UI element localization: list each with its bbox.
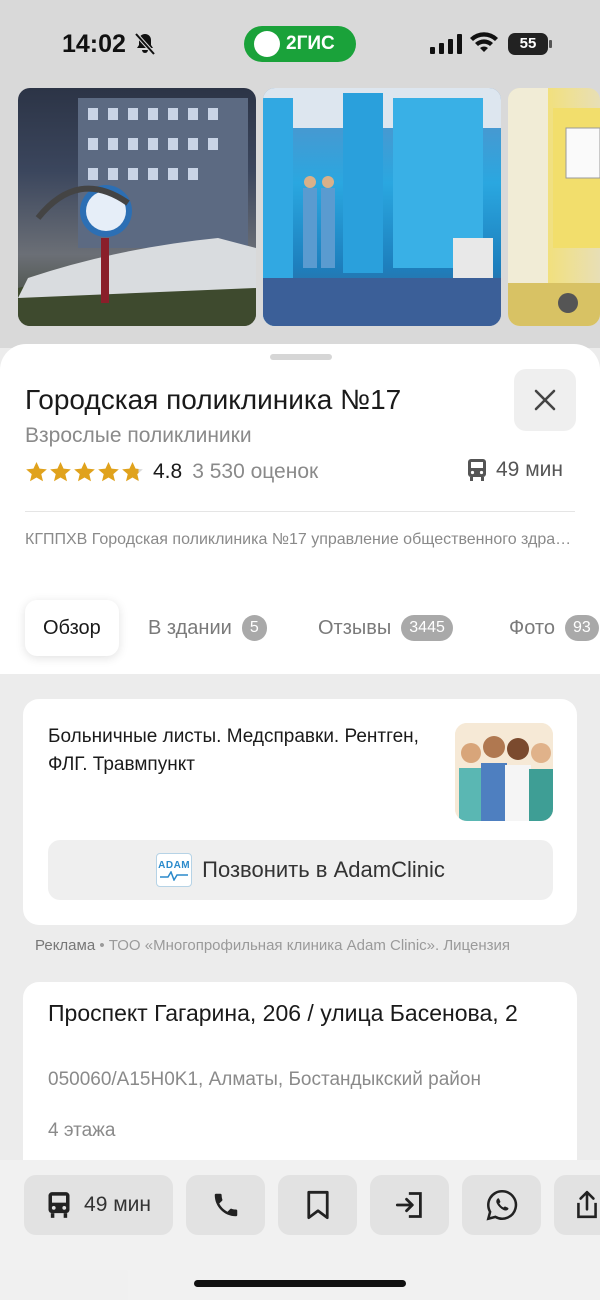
address-card[interactable]: Проспект Гагарина, 206 / улица Басенова,… — [23, 982, 577, 1182]
tab-bar: Обзор В здании 5 Отзывы 3445 Фото 93 — [0, 600, 600, 660]
phone-icon — [214, 1193, 237, 1217]
battery-tip — [549, 40, 552, 48]
entrance-icon — [395, 1192, 422, 1218]
rating-row[interactable]: 4.8 3 530 оценок — [25, 458, 318, 486]
place-title: Городская поликлиника №17 — [25, 384, 402, 415]
bookmark-icon — [306, 1190, 329, 1220]
star-icon — [98, 461, 119, 482]
tab-overview[interactable]: Обзор — [25, 600, 119, 656]
adam-clinic-logo-icon: ADAM — [156, 853, 193, 887]
battery-icon: 55 — [508, 33, 548, 55]
route-time-label: 49 мин — [84, 1193, 151, 1216]
ratings-count[interactable]: 3 530 оценок — [192, 460, 318, 484]
status-time: 14:02 — [62, 30, 126, 58]
bus-icon — [468, 459, 486, 481]
ad-card[interactable]: Больничные листы. Медсправки. Рентген, Ф… — [23, 699, 577, 925]
rating-stars — [25, 461, 145, 483]
close-icon — [534, 389, 556, 411]
bell-slash-icon — [134, 32, 156, 61]
photo-building[interactable] — [18, 88, 256, 326]
address-main: Проспект Гагарина, 206 / улица Басенова,… — [48, 1000, 518, 1026]
star-icon — [26, 461, 47, 482]
org-legal-name: КГППХВ Городская поликлиника №17 управле… — [25, 531, 575, 548]
sheet-grabber[interactable] — [270, 354, 332, 360]
photo-corridor[interactable] — [508, 88, 600, 326]
ad-label: Реклама — [35, 937, 96, 954]
whatsapp-button[interactable] — [462, 1175, 541, 1235]
brand-pill[interactable]: 2ГИС — [244, 26, 356, 62]
bottom-action-bar: 49 мин — [0, 1160, 600, 1300]
divider — [25, 511, 575, 512]
adam-logo-text: ADAM — [158, 859, 191, 871]
ad-call-label: Позвонить в AdamClinic — [202, 857, 445, 882]
address-postal: 050060/A15H0K1, Алматы, Бостандыкский ра… — [48, 1069, 481, 1090]
bus-icon — [48, 1192, 70, 1218]
tab-count: 5 — [241, 615, 267, 641]
address-floors: 4 этажа — [48, 1120, 116, 1141]
rating-value: 4.8 — [153, 460, 183, 483]
place-category: Взрослые поликлиники — [25, 424, 252, 447]
bookmark-button[interactable] — [278, 1175, 357, 1235]
photo-gallery[interactable] — [0, 88, 600, 348]
home-indicator — [194, 1280, 406, 1287]
tab-label: Фото — [509, 616, 555, 639]
close-button[interactable] — [514, 369, 576, 431]
star-icon — [122, 461, 143, 482]
ad-disclaimer[interactable]: Реклама • ТОО «Многопрофильная клиника A… — [35, 937, 575, 954]
route-button[interactable]: 49 мин — [24, 1175, 173, 1235]
tab-label: Обзор — [43, 616, 101, 639]
tab-reviews[interactable]: Отзывы 3445 — [318, 600, 453, 656]
tab-label: В здании — [148, 616, 232, 639]
ad-text: Больничные листы. Медсправки. Рентген, Ф… — [48, 726, 419, 775]
star-icon — [74, 461, 95, 482]
brand-logo-icon — [254, 31, 280, 57]
tab-in-building[interactable]: В здании 5 — [148, 600, 267, 656]
wifi-icon — [470, 32, 498, 59]
ad-disclaimer-text: • ТОО «Многопрофильная клиника Adam Clin… — [95, 937, 510, 954]
ad-call-button[interactable]: ADAM Позвонить в AdamClinic — [48, 840, 553, 900]
share-button[interactable] — [554, 1175, 600, 1235]
travel-time[interactable]: 49 мин — [466, 458, 563, 482]
ad-image-doctors — [455, 723, 553, 821]
call-button[interactable] — [186, 1175, 265, 1235]
status-bar: 14:02 2ГИС 55 — [0, 0, 600, 88]
share-icon — [577, 1190, 597, 1219]
entrance-button[interactable] — [370, 1175, 449, 1235]
brand-name: 2ГИС — [286, 33, 335, 54]
whatsapp-icon — [486, 1190, 517, 1221]
tab-photos[interactable]: Фото 93 — [509, 600, 599, 656]
star-icon — [50, 461, 71, 482]
tab-count: 3445 — [401, 615, 453, 641]
tab-count: 93 — [564, 615, 599, 641]
tab-label: Отзывы — [318, 616, 392, 639]
place-sheet: Городская поликлиника №17 Взрослые полик… — [0, 344, 600, 674]
photo-interior-curtains[interactable] — [263, 88, 501, 326]
signal-icon — [430, 34, 462, 59]
travel-time-label: 49 мин — [496, 458, 563, 481]
